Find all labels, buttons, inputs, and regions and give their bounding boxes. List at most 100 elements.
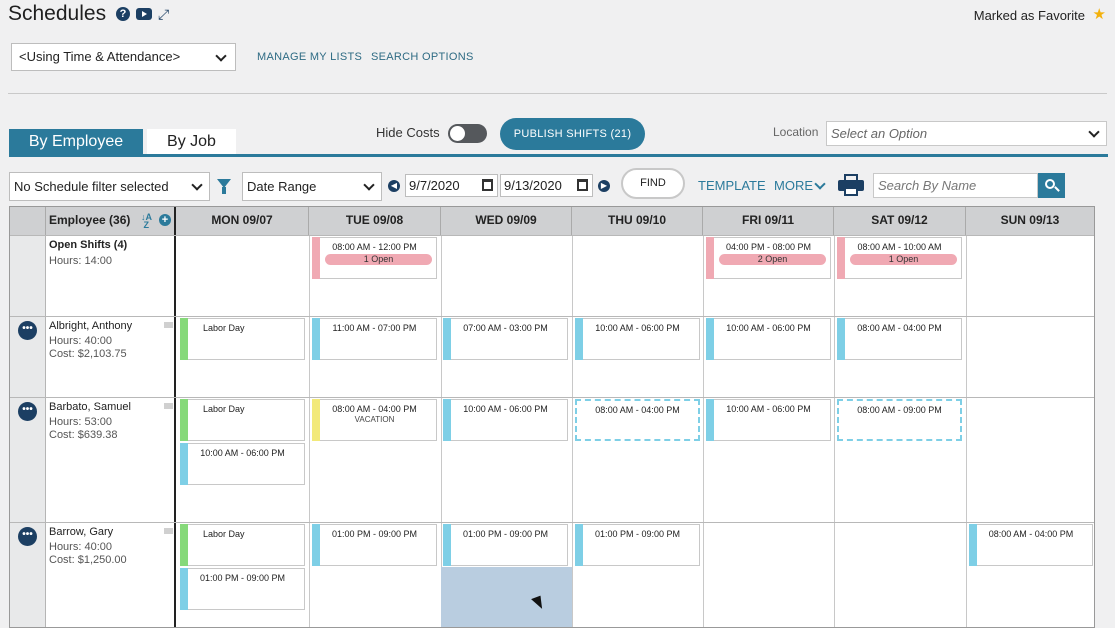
more-label: MORE [774,178,813,193]
shift-card[interactable]: 10:00 AM - 06:00 PM [180,443,305,485]
shift-card[interactable]: 10:00 AM - 06:00 PM [443,399,568,441]
calendar-icon[interactable] [482,179,493,191]
vacation-card[interactable]: 08:00 AM - 04:00 PM VACATION [312,399,437,441]
shift-card[interactable]: 08:00 AM - 04:00 PM [969,524,1093,566]
tab-underline [9,154,1108,157]
employee-header-label: Employee (36) [49,213,131,227]
sort-icon[interactable]: ↓A Z [141,213,152,230]
end-date-value: 9/13/2020 [504,178,562,193]
location-label: Location [773,125,819,139]
shift-card[interactable]: Labor Day [180,524,305,566]
favorite-label: Marked as Favorite [973,8,1085,23]
shift-card[interactable]: 01:00 PM - 09:00 PM [180,568,305,610]
divider [8,93,1107,94]
employee-name[interactable]: Albright, Anthony [49,320,132,332]
day-header-tue: TUE 09/08 [309,207,441,235]
employee-hours: Hours: 53:00 [49,416,112,428]
employee-hours: Hours: 40:00 [49,335,112,347]
expand-icon[interactable]: ⤢ [158,7,169,21]
employee-hours: Hours: 40:00 [49,541,112,553]
open-shifts-hours: Hours: 14:00 [49,255,112,267]
open-shift-card[interactable]: 04:00 PM - 08:00 PM 2 Open [706,237,831,279]
list-select-value: <Using Time & Attendance> [19,49,181,64]
chevron-down-icon [215,50,227,62]
flag-icon[interactable] [164,528,173,534]
shift-card[interactable]: 11:00 AM - 07:00 PM [312,318,437,360]
shift-card[interactable]: 08:00 AM - 04:00 PM [837,318,962,360]
add-employee-icon[interactable]: + [159,214,171,226]
help-icon[interactable]: ? [116,7,130,21]
hide-costs-toggle[interactable] [448,124,487,143]
unpublished-shift-card[interactable]: 08:00 AM - 09:00 PM [837,399,962,441]
list-select[interactable]: <Using Time & Attendance> [11,43,236,71]
schedule-grid: Employee (36) ↓A Z + MON 09/07 TUE 09/08… [9,206,1095,628]
chevron-down-icon [191,179,203,191]
employee-cost: Cost: $1,250.00 [49,554,127,566]
shift-card[interactable]: 01:00 PM - 09:00 PM [575,524,700,566]
employee-name[interactable]: Barrow, Gary [49,526,113,538]
page-title: Schedules [8,2,107,25]
chevron-down-icon [1088,126,1100,138]
flag-icon[interactable] [164,322,173,328]
schedule-filter-select[interactable]: No Schedule filter selected [9,172,210,201]
date-range-value: Date Range [247,179,317,194]
location-placeholder: Select an Option [831,126,928,141]
hide-costs-label: Hide Costs [376,125,440,140]
row-options-button[interactable]: ••• [18,527,37,546]
find-button[interactable]: FIND [621,168,685,199]
unpublished-shift-card[interactable]: 08:00 AM - 04:00 PM [575,399,700,441]
shift-card[interactable]: 07:00 AM - 03:00 PM [443,318,568,360]
search-placeholder: Search By Name [878,178,977,193]
template-link[interactable]: TEMPLATE [698,178,766,193]
next-week-icon[interactable]: ▶ [598,180,610,192]
video-icon[interactable] [136,8,152,20]
day-header-sat: SAT 09/12 [834,207,966,235]
day-header-wed: WED 09/09 [441,207,572,235]
date-range-select[interactable]: Date Range [242,172,382,201]
employee-header[interactable]: Employee (36) [46,207,175,235]
calendar-icon[interactable] [577,179,588,191]
tab-by-employee[interactable]: By Employee [9,129,143,155]
star-icon[interactable]: ★ [1093,5,1106,23]
day-header-thu: THU 09/10 [572,207,703,235]
open-shifts-name[interactable]: Open Shifts (4) [49,239,127,251]
shift-card[interactable]: 01:00 PM - 09:00 PM [443,524,568,566]
shift-card[interactable]: Labor Day [180,318,305,360]
flag-icon[interactable] [164,403,173,409]
manage-lists-link[interactable]: MANAGE MY LISTS [257,51,362,63]
row-options-button[interactable]: ••• [18,402,37,421]
gutter-header [10,207,46,235]
day-header-fri: FRI 09/11 [703,207,834,235]
search-by-name-input[interactable]: Search By Name [873,173,1038,198]
selected-cell[interactable] [441,567,572,627]
location-select[interactable]: Select an Option [826,121,1107,146]
open-shift-card[interactable]: 08:00 AM - 10:00 AM 1 Open [837,237,962,279]
publish-shifts-button[interactable]: PUBLISH SHIFTS (21) [500,118,645,150]
shift-card[interactable]: Labor Day [180,399,305,441]
chevron-down-icon [814,178,826,190]
shift-card[interactable]: 10:00 AM - 06:00 PM [706,399,831,441]
day-header-mon: MON 09/07 [176,207,309,235]
row-options-button[interactable]: ••• [18,321,37,340]
filter-icon[interactable] [217,179,231,194]
day-header-sun: SUN 09/13 [966,207,1094,235]
schedule-filter-value: No Schedule filter selected [14,179,169,194]
print-icon[interactable] [838,174,864,196]
search-button[interactable] [1038,173,1065,198]
shift-card[interactable]: 10:00 AM - 06:00 PM [575,318,700,360]
shift-card[interactable]: 01:00 PM - 09:00 PM [312,524,437,566]
employee-column-divider [174,207,176,627]
prev-week-icon[interactable]: ◀ [388,180,400,192]
chevron-down-icon [363,179,375,191]
more-menu[interactable]: MORE [774,178,813,193]
employee-cost: Cost: $2,103.75 [49,348,127,360]
start-date-input[interactable]: 9/7/2020 [405,174,498,197]
search-options-link[interactable]: SEARCH OPTIONS [371,51,474,63]
open-shift-card[interactable]: 08:00 AM - 12:00 PM 1 Open [312,237,437,279]
title-icons: ? ⤢ [116,7,169,21]
employee-name[interactable]: Barbato, Samuel [49,401,131,413]
employee-cost: Cost: $639.38 [49,429,118,441]
end-date-input[interactable]: 9/13/2020 [500,174,593,197]
shift-card[interactable]: 10:00 AM - 06:00 PM [706,318,831,360]
tab-by-job[interactable]: By Job [147,129,236,155]
